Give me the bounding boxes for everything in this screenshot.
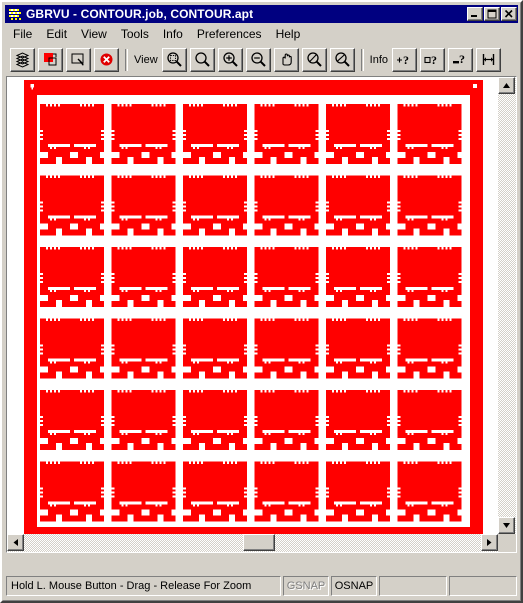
toolbar: View Info ? ? ? (6, 44, 517, 75)
statusbar: Hold L. Mouse Button - Drag - Release Fo… (6, 575, 517, 597)
menu-item-preferences[interactable]: Preferences (190, 25, 269, 44)
gbrvu-main-window: GBRVU - CONTOUR.job, CONTOUR.apt File Ed… (0, 0, 523, 603)
board-cell (183, 390, 247, 450)
board-cell (254, 390, 319, 450)
board-cell (254, 175, 319, 236)
board-cell (326, 175, 390, 236)
board-cell (397, 175, 462, 236)
board-cell (111, 104, 176, 164)
board-cell (326, 104, 390, 164)
layers-button[interactable] (10, 47, 35, 72)
toolbar-separator-1 (125, 48, 128, 71)
scroll-left-button[interactable] (7, 534, 24, 551)
vertical-scrollbar[interactable] (498, 77, 516, 534)
scroll-right-button[interactable] (481, 534, 498, 551)
board-cell (326, 390, 390, 450)
menu-item-edit[interactable]: Edit (39, 25, 74, 44)
board-cell (111, 390, 176, 450)
window-control-buttons (467, 7, 517, 21)
board-cell (111, 318, 176, 379)
menu-item-info[interactable]: Info (156, 25, 190, 44)
measure-button[interactable] (476, 47, 502, 72)
board-cell (40, 104, 104, 164)
horizontal-scrollbar-thumb[interactable] (243, 534, 275, 551)
menubar: File Edit View Tools Info Preferences He… (6, 25, 517, 44)
menu-item-tools[interactable]: Tools (114, 25, 156, 44)
close-button[interactable] (501, 7, 517, 21)
window-inner-frame: GBRVU - CONTOUR.job, CONTOUR.apt File Ed… (2, 2, 521, 601)
svg-text:?: ? (459, 52, 465, 66)
window-title: GBRVU - CONTOUR.job, CONTOUR.apt (26, 7, 254, 21)
board-cell (183, 318, 247, 379)
gerber-artwork: C O N T O U R (7, 77, 498, 534)
delete-button[interactable] (94, 47, 119, 72)
board-cell (397, 104, 462, 164)
maximize-button[interactable] (484, 7, 500, 21)
board-cell (111, 461, 176, 522)
board-cell (183, 461, 247, 522)
toolbar-info-group-label: Info (369, 53, 389, 66)
pan-button[interactable] (273, 47, 299, 72)
board-cell (254, 104, 319, 164)
scroll-down-button[interactable] (498, 517, 515, 534)
board-cell (254, 247, 319, 307)
board-cell (397, 318, 462, 379)
toolbar-view-group-label: View (134, 53, 158, 66)
zoom-all-button[interactable] (189, 47, 215, 72)
zoom-redraw-button[interactable] (329, 47, 355, 72)
scroll-up-button[interactable] (498, 77, 515, 94)
board-cell (326, 461, 390, 522)
titlebar[interactable]: GBRVU - CONTOUR.job, CONTOUR.apt (5, 5, 518, 23)
zoom-window-button[interactable] (161, 47, 187, 72)
board-cell (397, 390, 462, 450)
board-cell (40, 175, 104, 236)
board-cell (40, 247, 104, 307)
status-message: Hold L. Mouse Button - Drag - Release Fo… (6, 576, 281, 596)
board-cell (183, 175, 247, 236)
zoom-in-button[interactable] (217, 47, 243, 72)
status-badge-gsnap[interactable]: GSNAP (283, 576, 329, 596)
horizontal-scrollbar[interactable] (7, 534, 498, 552)
gerber-canvas[interactable]: C O N T O U R (7, 77, 498, 534)
menu-item-file[interactable]: File (6, 25, 39, 44)
board-cell (40, 461, 104, 522)
board-cell (254, 461, 319, 522)
board-cell (40, 390, 104, 450)
vertical-scrollbar-track[interactable] (498, 77, 516, 534)
zoom-out-button[interactable] (245, 47, 271, 72)
board-cell (183, 247, 247, 307)
client-area: C O N T O U R (6, 76, 517, 553)
board-cell (326, 318, 390, 379)
status-badge-osnap[interactable]: OSNAP (331, 576, 377, 596)
board-cell (397, 461, 462, 522)
board-cell (111, 247, 176, 307)
grid-matrix-icon (7, 6, 23, 22)
info-point-button[interactable]: ? (392, 47, 418, 72)
select-button[interactable] (66, 47, 91, 72)
board-cell (183, 104, 247, 164)
status-pane-5 (449, 576, 517, 596)
board-cell (111, 175, 176, 236)
board-cell (326, 247, 390, 307)
info-area-button[interactable]: ? (420, 47, 446, 72)
info-trace-button[interactable]: ? (448, 47, 474, 72)
board-cell (254, 318, 319, 379)
status-pane-4 (379, 576, 447, 596)
zoom-previous-button[interactable] (301, 47, 327, 72)
menu-item-view[interactable]: View (74, 25, 114, 44)
board-cell (397, 247, 462, 307)
board-cell (40, 318, 104, 379)
scrollbar-corner (498, 534, 516, 552)
toolbar-separator-2 (360, 48, 364, 71)
color-button[interactable] (38, 47, 63, 72)
svg-text:?: ? (403, 53, 409, 67)
svg-text:?: ? (431, 53, 437, 67)
minimize-button[interactable] (467, 7, 483, 21)
menu-item-help[interactable]: Help (269, 25, 308, 44)
